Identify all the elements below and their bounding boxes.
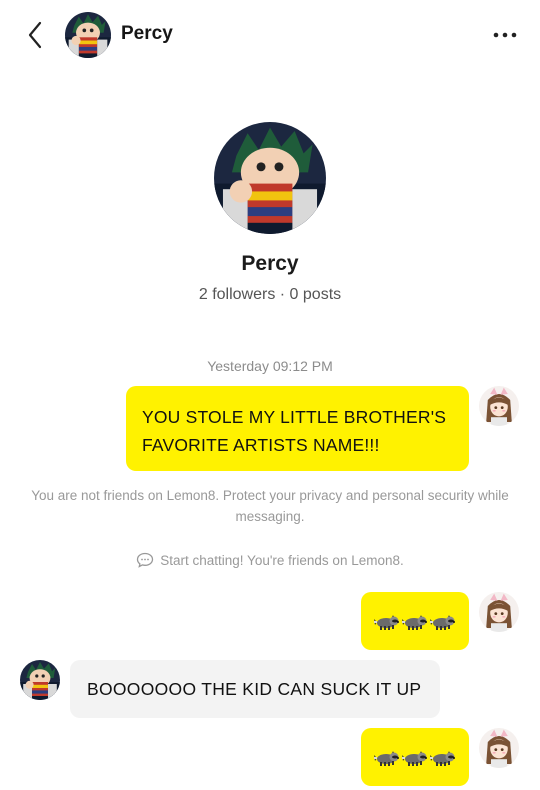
chevron-left-icon <box>28 21 42 49</box>
profile-name[interactable]: Percy <box>0 252 540 276</box>
contact-avatar[interactable] <box>20 660 60 700</box>
my-avatar[interactable] <box>479 728 519 768</box>
emoji-row <box>374 612 456 630</box>
raccoon-icon <box>430 748 456 766</box>
chat-header: Percy <box>0 0 540 70</box>
profile-avatar[interactable] <box>214 122 326 234</box>
raccoon-icon <box>402 748 428 766</box>
chat-bubble-icon <box>137 552 154 568</box>
start-chatting-notice: Start chatting! You're friends on Lemon8… <box>0 552 540 568</box>
raccoon-icon <box>430 612 456 630</box>
header-avatar[interactable] <box>65 12 111 58</box>
raccoon-icon <box>374 748 400 766</box>
start-chatting-text: Start chatting! You're friends on Lemon8… <box>160 552 404 568</box>
raccoon-icon <box>374 612 400 630</box>
more-dots-icon <box>493 32 517 38</box>
message-timestamp: Yesterday 09:12 PM <box>207 358 333 374</box>
message-bubble-sent[interactable]: YOU STOLE MY LITTLE BROTHER'S FAVORITE A… <box>126 386 469 471</box>
more-options-button[interactable] <box>490 22 520 48</box>
message-bubble-sent[interactable] <box>361 728 469 786</box>
header-username[interactable]: Percy <box>121 23 173 45</box>
profile-stats: 2 followers · 0 posts <box>198 286 342 303</box>
back-button[interactable] <box>20 18 50 52</box>
emoji-row <box>374 748 456 766</box>
my-avatar[interactable] <box>479 592 519 632</box>
privacy-notice: You are not friends on Lemon8. Protect y… <box>31 488 509 524</box>
my-avatar[interactable] <box>479 386 519 426</box>
message-bubble-received[interactable]: BOOOOOOO THE KID CAN SUCK IT UP <box>70 660 440 718</box>
raccoon-icon <box>402 612 428 630</box>
message-bubble-sent[interactable] <box>361 592 469 650</box>
